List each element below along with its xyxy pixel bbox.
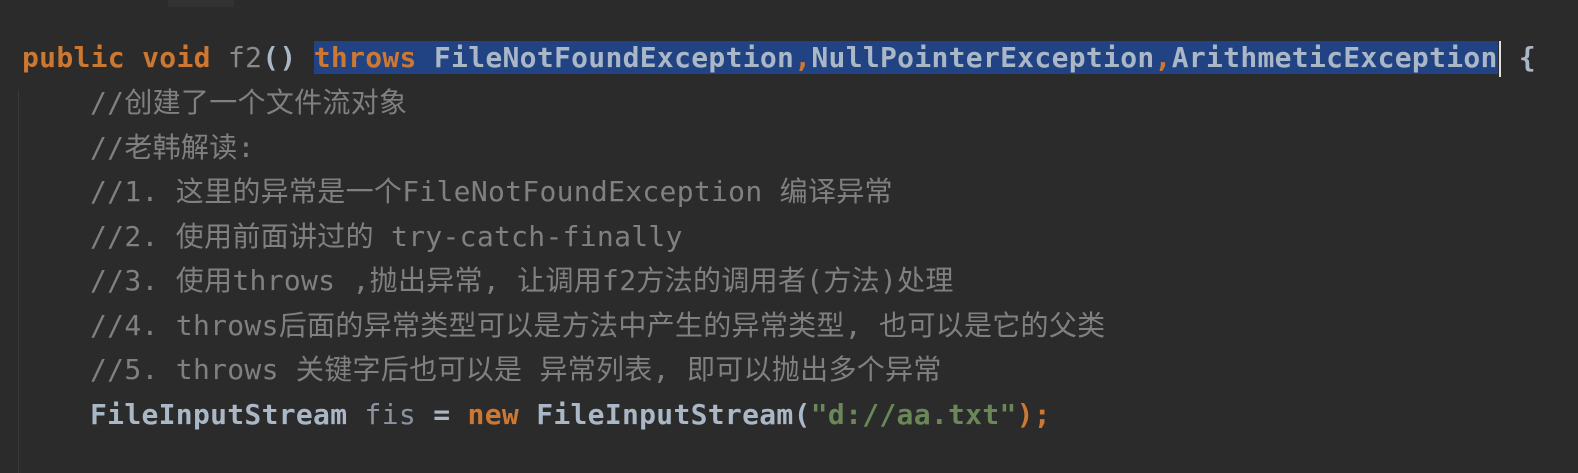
text-caret (1498, 41, 1501, 77)
keyword-void: void (142, 41, 211, 74)
type-name: FileInputStream (536, 398, 794, 431)
keyword-throws: throws (313, 41, 417, 74)
exception-type: FileNotFoundException (433, 41, 795, 74)
code-line-comment[interactable]: //2. 使用前面讲过的 try-catch-finally (90, 215, 683, 259)
indent-guide (18, 90, 19, 473)
exception-type: ArithmeticException (1171, 41, 1498, 74)
keyword-new: new (467, 398, 520, 431)
tab-remnant (168, 0, 234, 7)
code-line-statement[interactable]: FileInputStream fis = new FileInputStrea… (90, 393, 1051, 437)
type-name: FileInputStream (90, 398, 348, 431)
code-line-comment[interactable]: //老韩解读: (90, 126, 255, 170)
assign-operator: = (433, 398, 451, 431)
keyword-public: public (22, 41, 125, 74)
comma: , (1154, 41, 1172, 74)
method-parens: () (262, 41, 297, 74)
code-line-comment[interactable]: //1. 这里的异常是一个FileNotFoundException 编译异常 (90, 170, 893, 214)
variable-name: fis (364, 398, 417, 431)
code-line-comment[interactable]: //创建了一个文件流对象 (90, 81, 407, 125)
open-paren: ( (793, 398, 811, 431)
comma: , (794, 41, 812, 74)
method-name: f2 (227, 41, 263, 74)
code-line-comment[interactable]: //3. 使用throws ,抛出异常, 让调用f2方法的调用者(方法)处理 (90, 259, 954, 303)
code-line-method-signature[interactable]: public void f2() throws FileNotFoundExce… (22, 36, 1536, 80)
open-brace: { (1518, 41, 1537, 74)
editor-top-strip (0, 0, 1578, 16)
statement-end: ); (1016, 398, 1051, 431)
selected-throws-clause[interactable]: throws FileNotFoundException,NullPointer… (313, 41, 1498, 74)
code-line-comment[interactable]: //4. throws后面的异常类型可以是方法中产生的异常类型, 也可以是它的父… (90, 304, 1105, 348)
code-editor[interactable]: public void f2() throws FileNotFoundExce… (0, 0, 1578, 473)
string-literal: "d://aa.txt" (810, 398, 1017, 431)
exception-type: NullPointerException (811, 41, 1155, 74)
code-line-comment[interactable]: //5. throws 关键字后也可以是 异常列表, 即可以抛出多个异常 (90, 348, 942, 392)
